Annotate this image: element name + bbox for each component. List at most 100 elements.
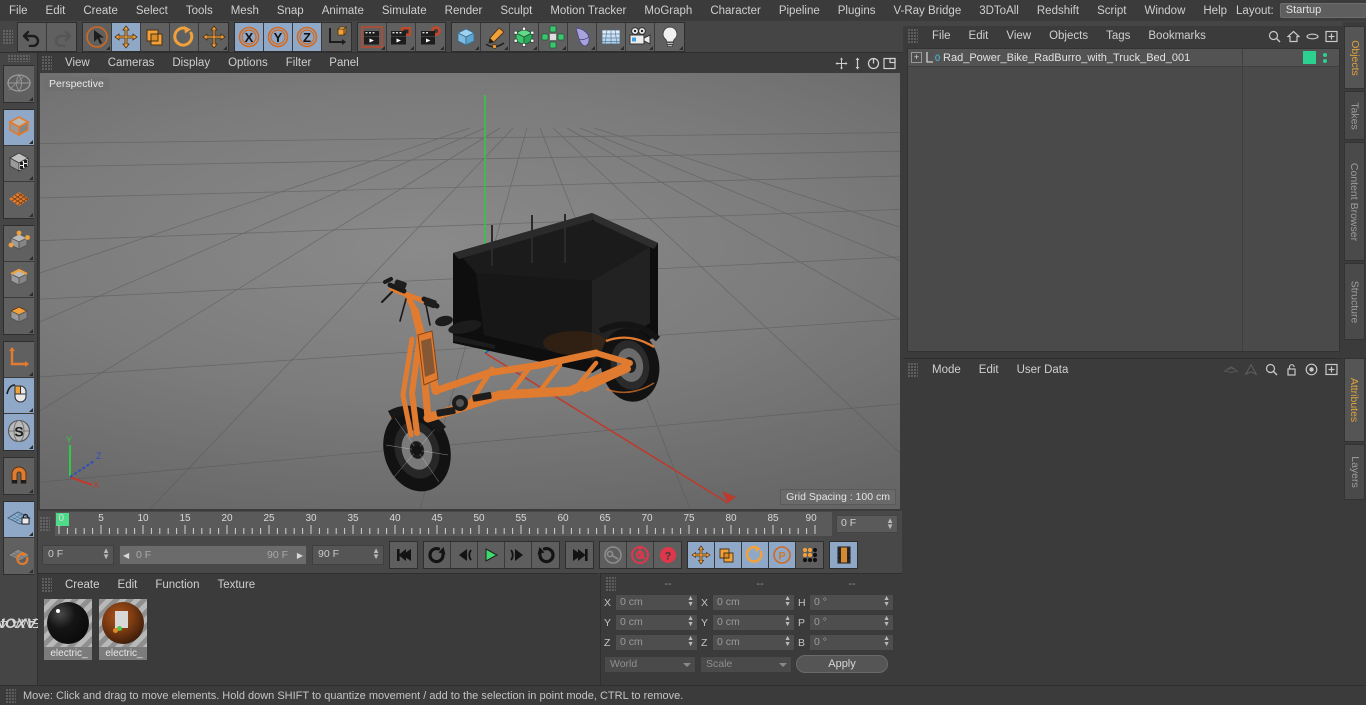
spinner-icon[interactable]: ▲ ▼ <box>886 517 894 531</box>
point-level-animation-button[interactable] <box>796 542 823 568</box>
coordinate-field-b-2[interactable]: 0 ° ▲ ▼ <box>809 634 894 651</box>
world-coordinate-button[interactable] <box>322 22 351 51</box>
param-key-button[interactable]: P <box>769 542 796 568</box>
preview-range-slider[interactable]: ◀ 0 F 90 F ▶ <box>119 545 307 565</box>
zoom-view-icon[interactable] <box>851 57 864 70</box>
tab-takes[interactable]: Takes <box>1344 91 1365 140</box>
timeline-frame-field[interactable]: 0 F ▲ ▼ <box>836 515 898 533</box>
material-menu-items[interactable]: Create Edit Function Texture <box>56 576 264 594</box>
spinner-icon[interactable]: ▲ ▼ <box>784 615 791 628</box>
move-tool-button[interactable] <box>112 22 141 51</box>
step-back-button[interactable] <box>451 542 478 568</box>
main-menu-items[interactable]: File Edit Create Select Tools Mesh Snap Animate… <box>0 2 1236 20</box>
viewport-menu-panel[interactable]: Panel <box>320 54 367 72</box>
axis-x-button[interactable]: X <box>235 22 264 51</box>
spinner-icon[interactable]: ▲ ▼ <box>883 595 890 608</box>
enable-snap-button[interactable]: S <box>4 414 34 450</box>
loop-button[interactable] <box>532 542 559 568</box>
status-bar-grip[interactable] <box>6 688 16 703</box>
material-menu-create[interactable]: Create <box>56 576 109 594</box>
tab-layers[interactable]: Layers <box>1344 444 1365 500</box>
scale-key-button[interactable] <box>715 542 742 568</box>
menu-tools[interactable]: Tools <box>177 2 222 20</box>
coordinate-mode-select[interactable]: Scale <box>700 655 792 673</box>
coordinates-grip[interactable] <box>606 576 616 591</box>
search-icon[interactable] <box>1264 363 1278 377</box>
maximize-view-icon[interactable] <box>883 57 896 70</box>
object-menu-view[interactable]: View <box>997 27 1040 45</box>
autokeying-button[interactable] <box>600 542 627 568</box>
render-settings-button[interactable] <box>416 22 445 51</box>
menu-mograph[interactable]: MoGraph <box>635 2 701 20</box>
tab-content-browser[interactable]: Content Browser <box>1344 142 1365 261</box>
object-menu-objects[interactable]: Objects <box>1040 27 1097 45</box>
menu-mesh[interactable]: Mesh <box>222 2 268 20</box>
keyframe-selection-button[interactable]: ? <box>654 542 681 568</box>
range-left-arrow-icon[interactable]: ◀ <box>123 551 129 560</box>
go-to-start-button[interactable] <box>390 542 417 568</box>
coordinate-system-select[interactable]: World <box>604 655 696 673</box>
coordinate-field-x-1[interactable]: 0 cm ▲ ▼ <box>712 594 795 611</box>
spinner-icon[interactable]: ▲ ▼ <box>687 615 694 628</box>
timeline-grip[interactable] <box>40 517 50 531</box>
material-item[interactable]: electric_ <box>44 599 92 681</box>
menu-redshift[interactable]: Redshift <box>1028 2 1088 20</box>
spinner-icon[interactable]: ▲ ▼ <box>102 547 110 561</box>
timeline-ruler[interactable]: 0 5 10 15 20 25 30 35 40 45 50 55 60 65 70 75 80 85 90 <box>55 512 832 536</box>
expand-icon[interactable]: + <box>911 52 922 63</box>
spinner-icon[interactable]: ▲ ▼ <box>883 615 890 628</box>
wave-icon[interactable] <box>1224 363 1238 377</box>
material-menu-edit[interactable]: Edit <box>109 576 147 594</box>
attribute-manager-grip[interactable] <box>908 362 918 377</box>
material-preview[interactable] <box>44 599 92 647</box>
floor-environment-button[interactable] <box>597 22 626 51</box>
spinner-icon[interactable]: ▲ ▼ <box>372 547 380 561</box>
coordinate-field-z-1[interactable]: 0 cm ▲ ▼ <box>712 634 795 651</box>
material-preview[interactable] <box>99 599 147 647</box>
axis-modify-button[interactable] <box>4 342 34 378</box>
bend-deformer-button[interactable] <box>568 22 597 51</box>
viewport-menu-options[interactable]: Options <box>219 54 277 72</box>
polygons-mode-button[interactable] <box>4 298 34 334</box>
lock-icon[interactable] <box>1284 363 1298 377</box>
render-view-button[interactable] <box>358 22 387 51</box>
menu-v-ray-bridge[interactable]: V-Ray Bridge <box>884 2 970 20</box>
menu-help[interactable]: Help <box>1194 2 1236 20</box>
viewport-menu-view[interactable]: View <box>56 54 99 72</box>
object-menu-bookmarks[interactable]: Bookmarks <box>1139 27 1215 45</box>
plus-box-icon[interactable] <box>1324 363 1338 377</box>
menu-create[interactable]: Create <box>74 2 127 20</box>
scale-tool-button[interactable] <box>141 22 170 51</box>
menu-window[interactable]: Window <box>1135 2 1194 20</box>
points-mode-button[interactable] <box>4 226 34 262</box>
menu-script[interactable]: Script <box>1088 2 1135 20</box>
coordinate-field-h-2[interactable]: 0 ° ▲ ▼ <box>809 594 894 611</box>
menu-animate[interactable]: Animate <box>313 2 373 20</box>
step-forward-button[interactable] <box>505 542 532 568</box>
rotation-key-button[interactable] <box>742 542 769 568</box>
menu-edit[interactable]: Edit <box>37 2 75 20</box>
edges-mode-button[interactable] <box>4 262 34 298</box>
undo-button[interactable] <box>18 22 47 51</box>
viewport-menu-filter[interactable]: Filter <box>277 54 321 72</box>
object-menu-edit[interactable]: Edit <box>960 27 998 45</box>
move-view-icon[interactable] <box>835 57 848 70</box>
material-list[interactable]: electric_ electric_ <box>38 595 598 685</box>
material-menu-function[interactable]: Function <box>146 576 208 594</box>
menu-plugins[interactable]: Plugins <box>829 2 885 20</box>
generator-button[interactable] <box>510 22 539 51</box>
object-tree[interactable]: +0 Rad_Power_Bike_RadBurro_with_Truck_Bed… <box>907 48 1340 352</box>
pen-spline-button[interactable] <box>481 22 510 51</box>
object-row[interactable]: +0 Rad_Power_Bike_RadBurro_with_Truck_Bed… <box>908 49 1339 67</box>
attribute-manager-body[interactable] <box>906 382 1340 682</box>
palette-grip[interactable] <box>7 55 30 62</box>
workplane-lock-button[interactable] <box>4 502 34 538</box>
spinner-icon[interactable]: ▲ ▼ <box>883 635 890 648</box>
render-region-button[interactable] <box>387 22 416 51</box>
axis-y-button[interactable]: Y <box>264 22 293 51</box>
viewport-3d-canvas[interactable]: Perspective Grid Spacing : 100 cm Y X Z <box>40 73 900 509</box>
coordinate-field-y-1[interactable]: 0 cm ▲ ▼ <box>712 614 795 631</box>
tab-objects[interactable]: Objects <box>1344 26 1365 89</box>
end-frame-field[interactable]: 90 F ▲ ▼ <box>312 545 384 565</box>
object-manager-grip[interactable] <box>908 29 918 43</box>
